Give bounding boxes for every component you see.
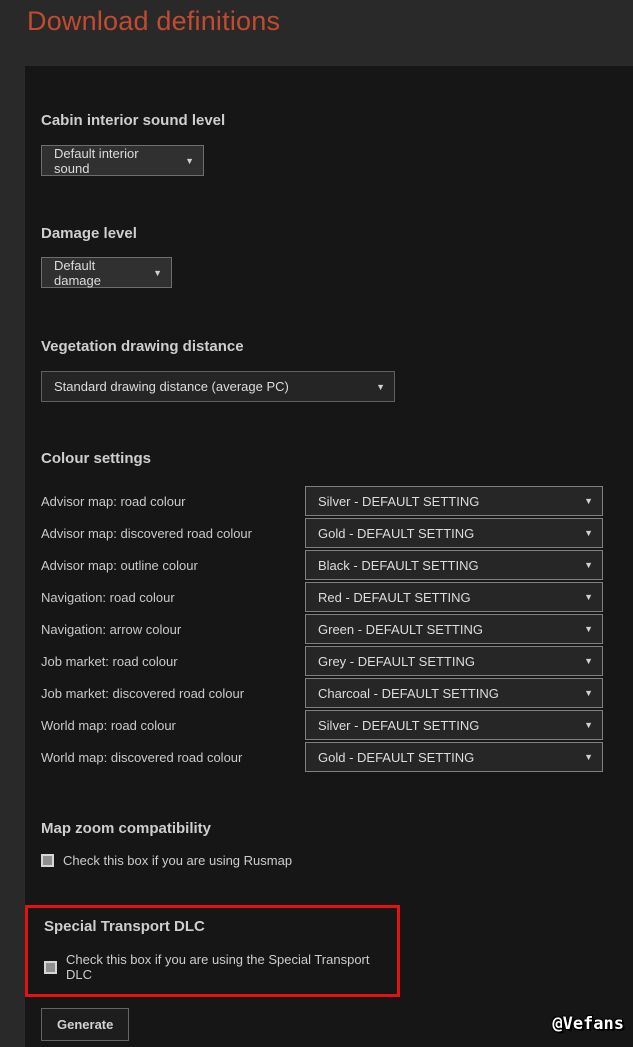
vegetation-distance-heading: Vegetation drawing distance [41,338,628,356]
colour-row: Advisor map: outline colour Black - DEFA… [41,549,628,581]
special-transport-checkbox-label: Check this box if you are using the Spec… [66,952,387,982]
advisor-road-colour-label: Advisor map: road colour [41,494,305,509]
special-transport-checkbox[interactable] [44,961,57,974]
colour-row: Navigation: arrow colour Green - DEFAULT… [41,613,628,645]
advisor-outline-colour-select[interactable]: Black - DEFAULT SETTING ▼ [305,550,603,580]
chevron-down-icon: ▼ [584,624,593,634]
job-market-road-colour-value: Grey - DEFAULT SETTING [318,654,475,669]
colour-row: Job market: discovered road colour Charc… [41,677,628,709]
map-zoom-heading: Map zoom compatibility [41,820,628,838]
world-map-road-colour-value: Silver - DEFAULT SETTING [318,718,479,733]
rusmap-checkbox[interactable] [41,854,54,867]
special-transport-heading: Special Transport DLC [44,918,387,936]
chevron-down-icon: ▼ [584,752,593,762]
job-market-discovered-road-colour-value: Charcoal - DEFAULT SETTING [318,686,499,701]
world-map-discovered-road-colour-select[interactable]: Gold - DEFAULT SETTING ▼ [305,742,603,772]
colour-row: Job market: road colour Grey - DEFAULT S… [41,645,628,677]
navigation-arrow-colour-label: Navigation: arrow colour [41,622,305,637]
advisor-discovered-road-colour-value: Gold - DEFAULT SETTING [318,526,474,541]
advisor-road-colour-value: Silver - DEFAULT SETTING [318,494,479,509]
world-map-discovered-road-colour-value: Gold - DEFAULT SETTING [318,750,474,765]
world-map-discovered-road-colour-label: World map: discovered road colour [41,750,305,765]
colour-row: Advisor map: road colour Silver - DEFAUL… [41,485,628,517]
cabin-sound-select[interactable]: Default interior sound ▼ [41,145,204,176]
rusmap-checkbox-label: Check this box if you are using Rusmap [63,853,292,868]
chevron-down-icon: ▼ [584,592,593,602]
cabin-sound-heading: Cabin interior sound level [41,112,628,130]
chevron-down-icon: ▼ [584,496,593,506]
damage-level-select[interactable]: Default damage ▼ [41,257,172,288]
chevron-down-icon: ▼ [376,382,385,392]
form-panel: Cabin interior sound level Default inter… [25,66,633,1047]
generate-button[interactable]: Generate [41,1008,129,1041]
chevron-down-icon: ▼ [584,688,593,698]
special-transport-checkbox-row: Check this box if you are using the Spec… [44,952,387,982]
advisor-outline-colour-value: Black - DEFAULT SETTING [318,558,479,573]
job-market-discovered-road-colour-label: Job market: discovered road colour [41,686,305,701]
vegetation-distance-select[interactable]: Standard drawing distance (average PC) ▼ [41,371,395,402]
advisor-outline-colour-label: Advisor map: outline colour [41,558,305,573]
damage-level-heading: Damage level [41,225,628,243]
colour-row: Advisor map: discovered road colour Gold… [41,517,628,549]
page-title: Download definitions [27,6,280,37]
navigation-arrow-colour-select[interactable]: Green - DEFAULT SETTING ▼ [305,614,603,644]
navigation-road-colour-value: Red - DEFAULT SETTING [318,590,471,605]
advisor-discovered-road-colour-label: Advisor map: discovered road colour [41,526,305,541]
navigation-road-colour-select[interactable]: Red - DEFAULT SETTING ▼ [305,582,603,612]
chevron-down-icon: ▼ [584,528,593,538]
job-market-road-colour-select[interactable]: Grey - DEFAULT SETTING ▼ [305,646,603,676]
colour-row: World map: road colour Silver - DEFAULT … [41,709,628,741]
advisor-discovered-road-colour-select[interactable]: Gold - DEFAULT SETTING ▼ [305,518,603,548]
world-map-road-colour-label: World map: road colour [41,718,305,733]
annotation-highlight-box: Special Transport DLC Check this box if … [25,905,400,997]
world-map-road-colour-select[interactable]: Silver - DEFAULT SETTING ▼ [305,710,603,740]
colour-row: Navigation: road colour Red - DEFAULT SE… [41,581,628,613]
colour-settings-rows: Advisor map: road colour Silver - DEFAUL… [41,485,628,773]
rusmap-checkbox-row: Check this box if you are using Rusmap [41,853,628,868]
navigation-road-colour-label: Navigation: road colour [41,590,305,605]
job-market-discovered-road-colour-select[interactable]: Charcoal - DEFAULT SETTING ▼ [305,678,603,708]
vegetation-distance-select-value: Standard drawing distance (average PC) [54,379,289,394]
damage-level-select-value: Default damage [54,258,141,288]
advisor-road-colour-select[interactable]: Silver - DEFAULT SETTING ▼ [305,486,603,516]
colour-settings-heading: Colour settings [41,450,628,468]
watermark: @Vefans [552,1014,624,1034]
chevron-down-icon: ▼ [584,656,593,666]
colour-row: World map: discovered road colour Gold -… [41,741,628,773]
chevron-down-icon: ▼ [185,156,194,166]
chevron-down-icon: ▼ [584,560,593,570]
chevron-down-icon: ▼ [153,268,162,278]
cabin-sound-select-value: Default interior sound [54,146,173,176]
job-market-road-colour-label: Job market: road colour [41,654,305,669]
chevron-down-icon: ▼ [584,720,593,730]
navigation-arrow-colour-value: Green - DEFAULT SETTING [318,622,483,637]
